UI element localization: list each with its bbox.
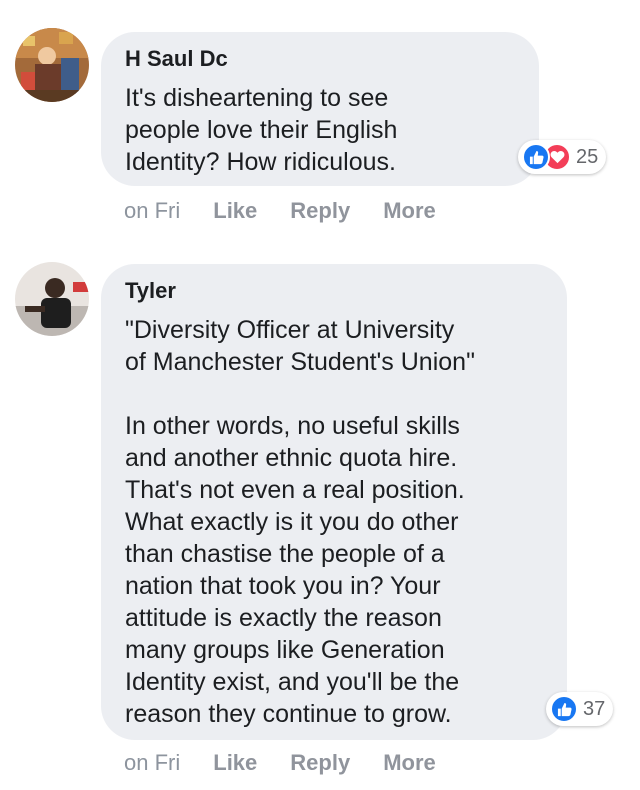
reactions-badge[interactable]: 37: [546, 692, 614, 726]
more-button[interactable]: More: [383, 750, 436, 776]
reply-button[interactable]: Reply: [290, 750, 350, 776]
comment-text: "Diversity Officer at University of Manc…: [125, 316, 475, 728]
like-icon: [522, 143, 550, 171]
timestamp[interactable]: on Fri: [124, 198, 180, 224]
comment-author[interactable]: H Saul Dc: [125, 46, 515, 72]
timestamp[interactable]: on Fri: [124, 750, 180, 776]
comment-author[interactable]: Tyler: [125, 278, 543, 304]
reaction-count: 37: [583, 697, 606, 720]
like-icon: [550, 695, 578, 723]
comment-actions: on Fri Like Reply More: [124, 750, 469, 776]
like-button[interactable]: Like: [213, 750, 257, 776]
avatar-tyler[interactable]: [15, 262, 89, 336]
like-button[interactable]: Like: [213, 198, 257, 224]
avatar-photo-icon: [15, 28, 89, 102]
reply-button[interactable]: Reply: [290, 198, 350, 224]
comment-text: It's disheartening to see people love th…: [125, 84, 398, 176]
avatar-h-saul-dc[interactable]: [15, 28, 89, 102]
comment-bubble: Tyler "Diversity Officer at University o…: [101, 264, 567, 740]
comment-bubble: H Saul Dc It's disheartening to see peop…: [101, 32, 539, 186]
reaction-count: 25: [576, 145, 599, 168]
reactions-badge[interactable]: 25: [518, 140, 607, 174]
avatar-photo-icon: [15, 262, 89, 336]
more-button[interactable]: More: [383, 198, 436, 224]
comment-actions: on Fri Like Reply More: [124, 198, 469, 224]
